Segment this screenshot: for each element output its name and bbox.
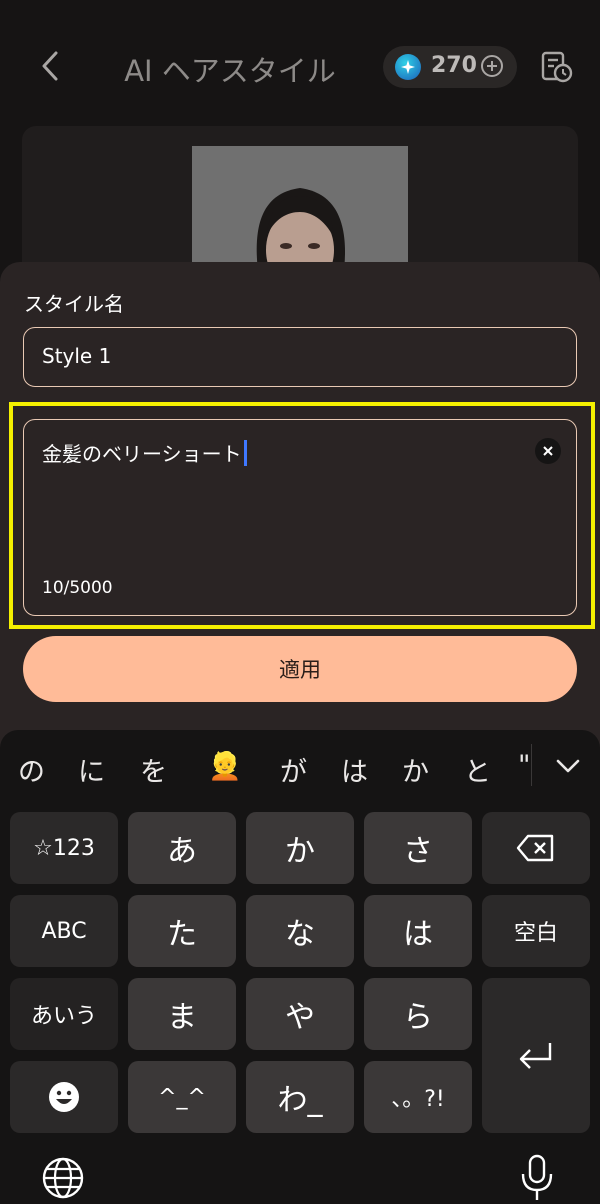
key-a[interactable]: あ bbox=[128, 812, 236, 884]
suggestion-item[interactable]: を bbox=[140, 750, 167, 789]
apply-button-label: 適用 bbox=[279, 658, 321, 682]
microphone-icon[interactable] bbox=[518, 1154, 556, 1200]
add-credits-icon[interactable] bbox=[481, 55, 503, 77]
suggestion-item[interactable]: が bbox=[280, 750, 307, 789]
char-counter: 10/5000 bbox=[42, 578, 113, 598]
credits-badge[interactable]: 270 bbox=[383, 46, 517, 88]
suggestion-item[interactable]: は bbox=[341, 750, 368, 789]
space-key[interactable]: 空白 bbox=[482, 895, 590, 967]
header: AI ヘアスタイル 270 bbox=[0, 0, 600, 130]
kaomoji-key[interactable]: ^_^ bbox=[128, 1061, 236, 1133]
key-ya[interactable]: や bbox=[246, 978, 354, 1050]
credit-count: 270 bbox=[431, 53, 477, 78]
emoji-key[interactable] bbox=[10, 1061, 118, 1133]
key-ka[interactable]: か bbox=[246, 812, 354, 884]
chevron-down-icon[interactable] bbox=[554, 754, 582, 778]
key-ra[interactable]: ら bbox=[364, 978, 472, 1050]
abc-key[interactable]: ABC bbox=[10, 895, 118, 967]
credit-gem-icon bbox=[395, 54, 421, 80]
globe-icon[interactable] bbox=[41, 1156, 85, 1200]
clear-text-icon[interactable] bbox=[535, 438, 561, 464]
key-wa[interactable]: わ_ bbox=[246, 1061, 354, 1133]
enter-key[interactable] bbox=[482, 978, 590, 1133]
key-ma[interactable]: ま bbox=[128, 978, 236, 1050]
key-na[interactable]: な bbox=[246, 895, 354, 967]
apply-button[interactable]: 適用 bbox=[23, 636, 577, 702]
key-ta[interactable]: た bbox=[128, 895, 236, 967]
suggestion-item[interactable]: の bbox=[18, 750, 45, 789]
punctuation-key[interactable]: 、。?! bbox=[364, 1061, 472, 1133]
suggestion-item[interactable]: と bbox=[464, 750, 491, 789]
suggestion-item[interactable]: に bbox=[78, 750, 105, 789]
key-sa[interactable]: さ bbox=[364, 812, 472, 884]
style-name-label: スタイル名 bbox=[24, 292, 124, 316]
text-caret bbox=[243, 440, 247, 466]
suggestion-item-emoji[interactable]: 👱 bbox=[208, 750, 242, 782]
history-icon[interactable] bbox=[540, 50, 574, 84]
symbols-key[interactable]: ☆123 bbox=[10, 812, 118, 884]
suggestion-divider bbox=[531, 744, 532, 786]
style-name-value: Style 1 bbox=[42, 344, 112, 368]
style-name-input[interactable]: Style 1 bbox=[23, 327, 577, 387]
backspace-icon bbox=[516, 834, 554, 862]
enter-icon bbox=[519, 1042, 552, 1069]
emoji-icon bbox=[49, 1082, 79, 1112]
suggestion-item[interactable]: " bbox=[518, 750, 530, 781]
backspace-key[interactable] bbox=[482, 812, 590, 884]
prompt-value: 金髪のベリーショート bbox=[42, 442, 242, 466]
suggestion-item[interactable]: か bbox=[402, 750, 429, 789]
prompt-textarea[interactable]: 金髪のベリーショート 10/5000 bbox=[23, 419, 577, 616]
kana-mode-key[interactable]: あいう bbox=[10, 978, 118, 1050]
key-ha[interactable]: は bbox=[364, 895, 472, 967]
